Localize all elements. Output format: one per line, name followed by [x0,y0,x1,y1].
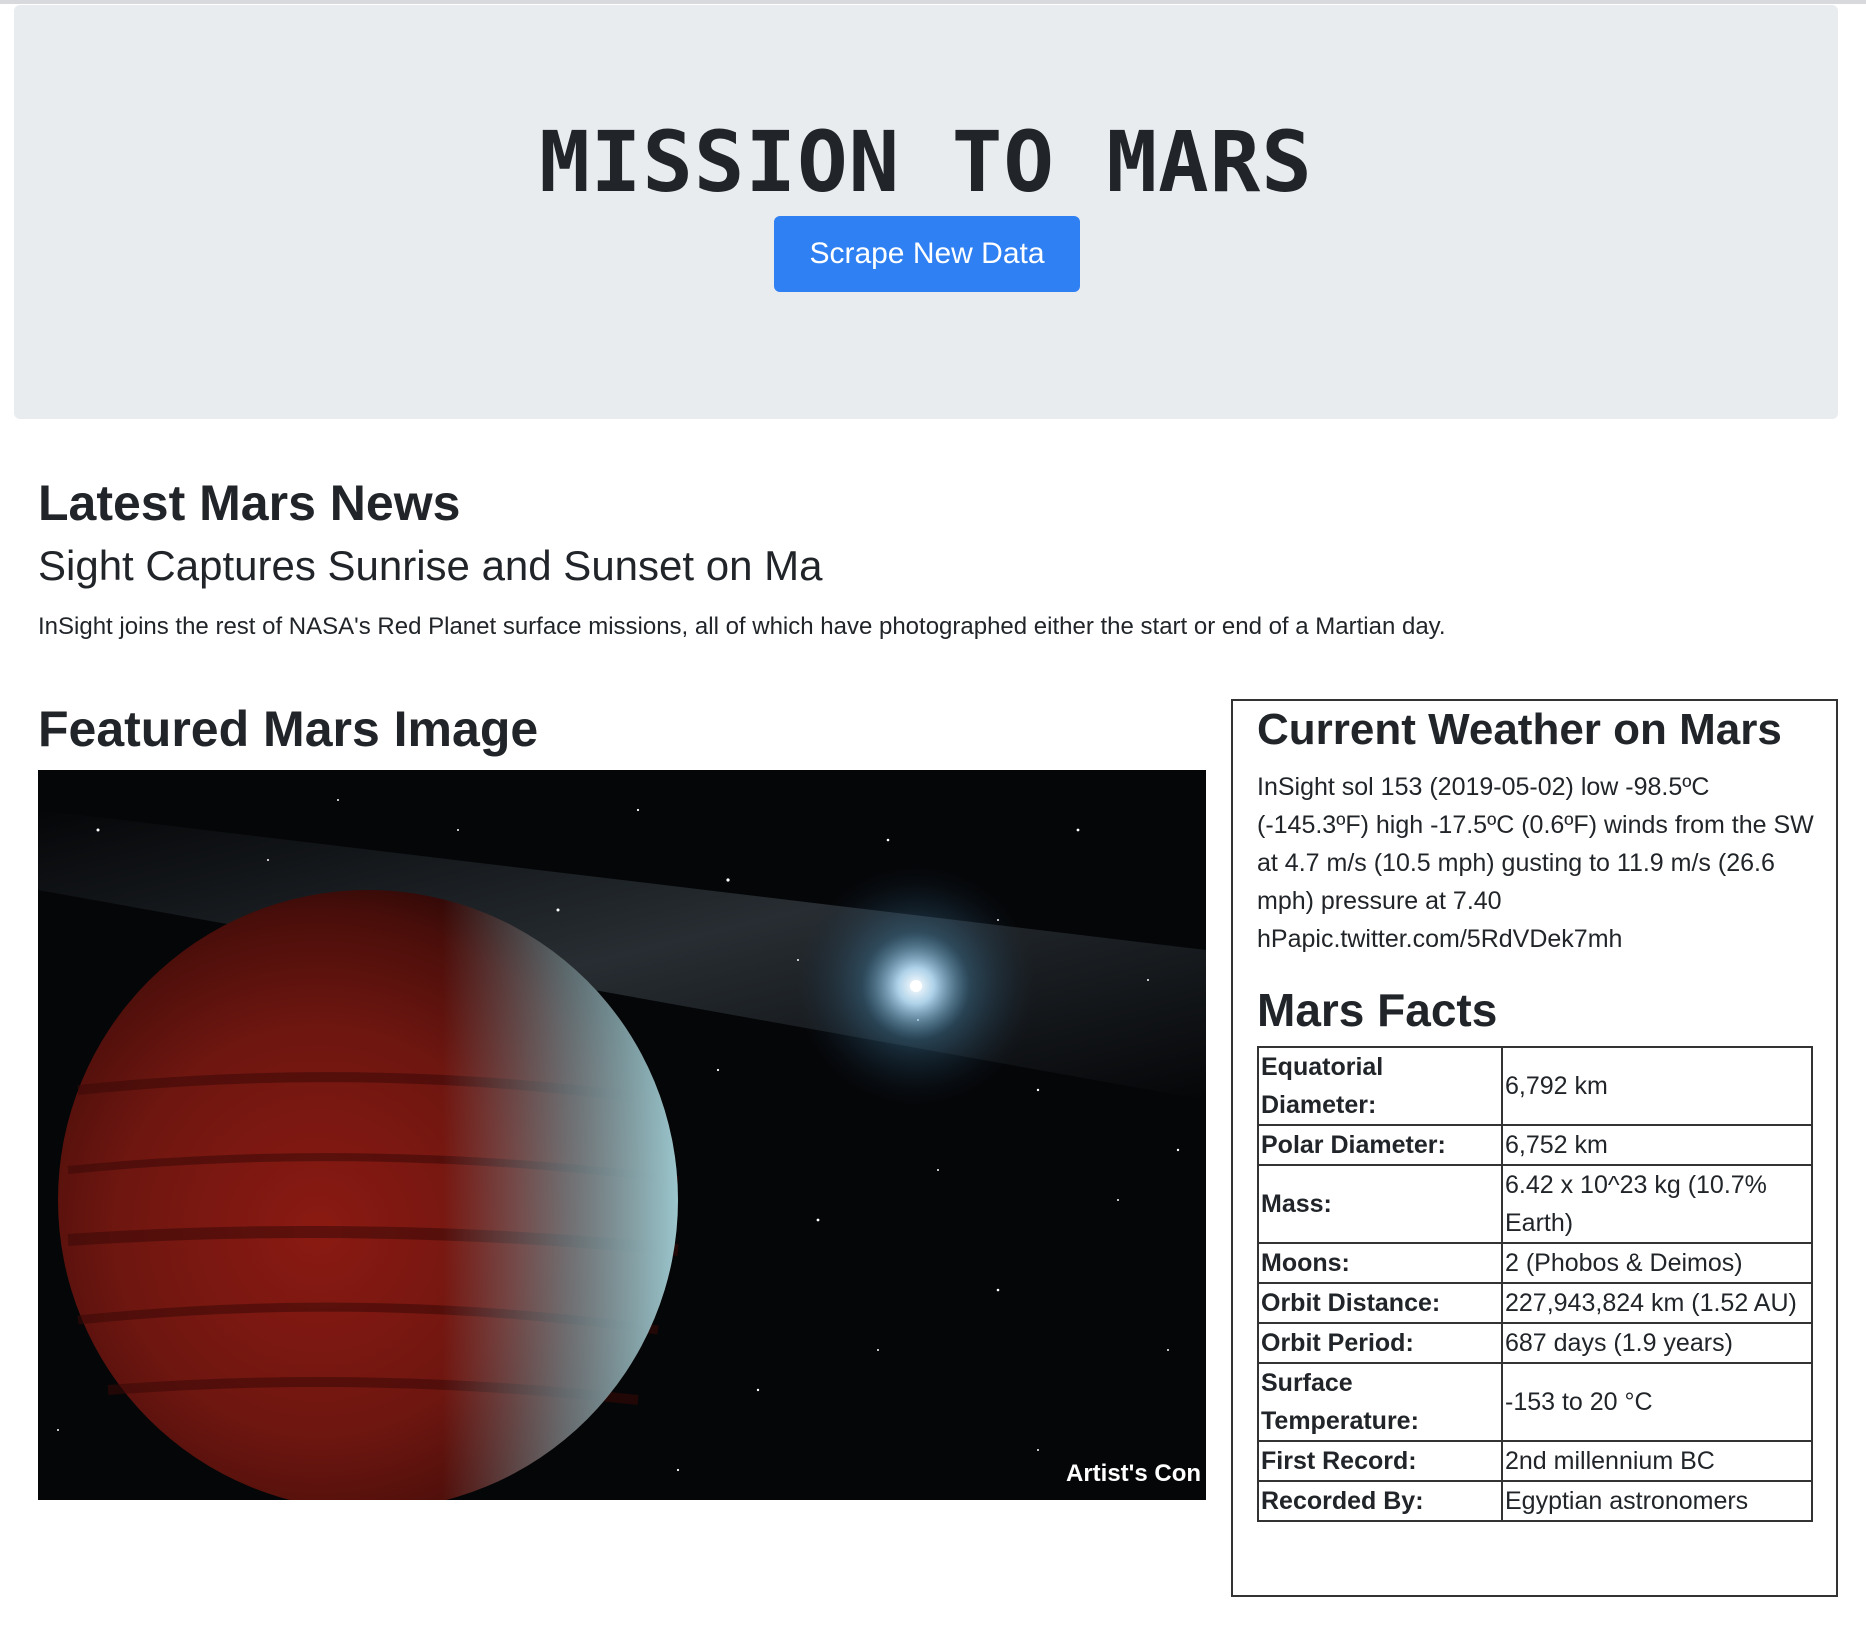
fact-value: 687 days (1.9 years) [1501,1322,1813,1364]
fact-label: Mass: [1257,1164,1503,1244]
planet-artwork [38,770,1206,1500]
fact-label: Moons: [1257,1242,1503,1284]
fact-value: 6,752 km [1501,1124,1813,1166]
weather-text: InSight sol 153 (2019-05-02) low -98.5ºC… [1257,773,1814,953]
fact-value: 6,792 km [1501,1046,1813,1126]
fact-label: Surface Temperature: [1257,1362,1503,1442]
table-row: Polar Diameter: 6,752 km [1257,1124,1813,1166]
table-row: Equatorial Diameter: 6,792 km [1257,1046,1813,1126]
table-row: Moons: 2 (Phobos & Deimos) [1257,1242,1813,1284]
table-row: Mass: 6.42 x 10^23 kg (10.7% Earth) [1257,1164,1813,1244]
jumbotron-header: MISSION TO MARS Scrape New Data [14,5,1838,419]
fact-label: Recorded By: [1257,1480,1503,1522]
featured-image-heading: Featured Mars Image [38,701,539,757]
news-title: Sight Captures Sunrise and Sunset on Ma [38,542,823,589]
weather-heading: Current Weather on Mars [1257,705,1782,754]
fact-value: 2nd millennium BC [1501,1440,1813,1482]
fact-label: First Record: [1257,1440,1503,1482]
table-row: Orbit Period: 687 days (1.9 years) [1257,1322,1813,1364]
scrape-new-data-button[interactable]: Scrape New Data [774,216,1080,292]
mars-facts-heading: Mars Facts [1257,984,1498,1036]
fact-value: 227,943,824 km (1.52 AU) [1501,1282,1813,1324]
news-teaser: InSight joins the rest of NASA's Red Pla… [38,613,1446,640]
fact-label: Orbit Period: [1257,1322,1503,1364]
fact-value: 6.42 x 10^23 kg (10.7% Earth) [1501,1164,1813,1244]
fact-value: -153 to 20 °C [1501,1362,1813,1442]
latest-news-heading: Latest Mars News [38,475,461,531]
mars-facts-table: Equatorial Diameter: 6,792 km Polar Diam… [1257,1046,1813,1522]
table-row: Recorded By: Egyptian astronomers [1257,1480,1813,1522]
fact-value: 2 (Phobos & Deimos) [1501,1242,1813,1284]
top-border [0,0,1866,4]
fact-label: Equatorial Diameter: [1257,1046,1503,1126]
table-row: Surface Temperature: -153 to 20 °C [1257,1362,1813,1442]
table-row: First Record: 2nd millennium BC [1257,1440,1813,1482]
table-row: Orbit Distance: 227,943,824 km (1.52 AU) [1257,1282,1813,1324]
fact-value: Egyptian astronomers [1501,1480,1813,1522]
fact-label: Polar Diameter: [1257,1124,1503,1166]
page-title: MISSION TO MARS [539,113,1313,211]
fact-label: Orbit Distance: [1257,1282,1503,1324]
image-caption: Artist's Con [1066,1460,1202,1487]
featured-mars-image[interactable]: Artist's Con [38,770,1206,1500]
sidebar-panel: Current Weather on Mars InSight sol 153 … [1231,699,1838,1597]
